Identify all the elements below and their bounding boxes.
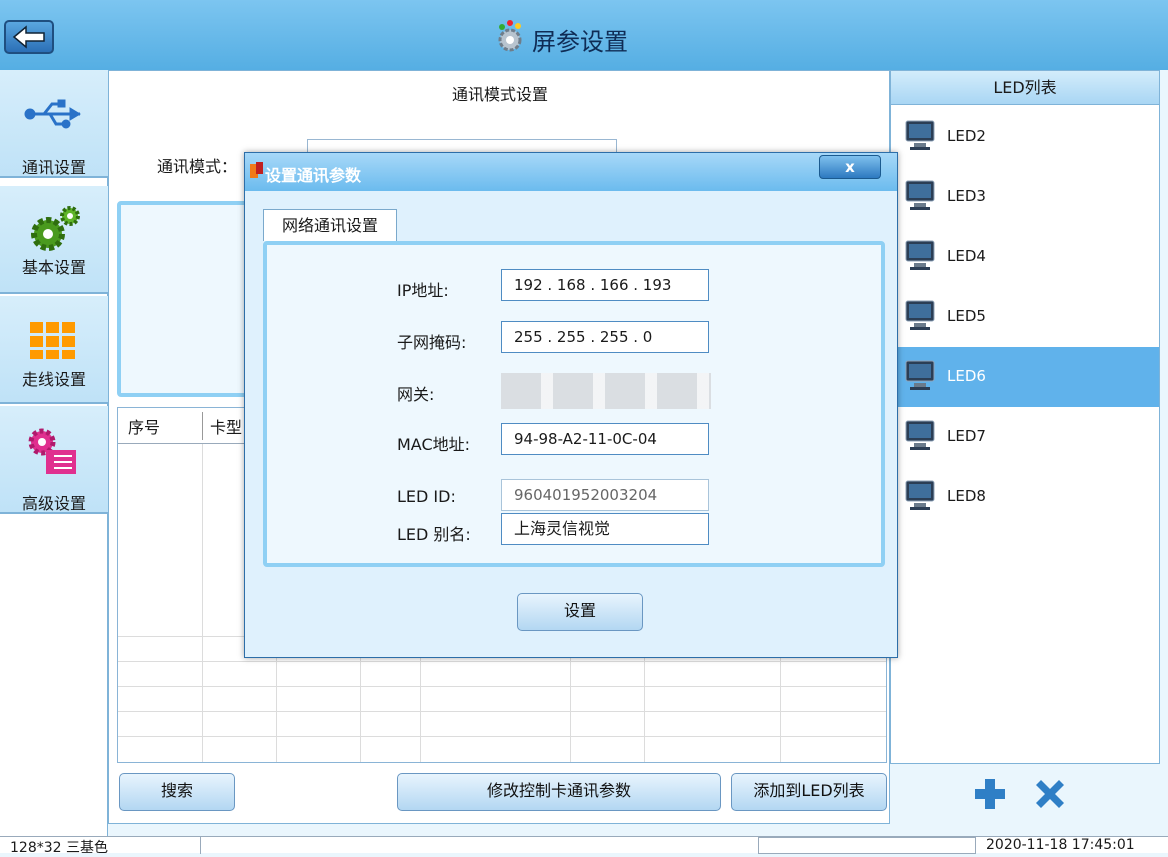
nav-item-wiring-settings[interactable]: 走线设置: [0, 296, 108, 404]
comm-params-dialog: 设置通讯参数 x 网络通讯设置 IP地址: 192 . 168 . 166 . …: [244, 152, 898, 658]
add-to-led-list-button[interactable]: 添加到LED列表: [731, 773, 887, 811]
gear-icon: [496, 18, 528, 52]
led-name: LED5: [947, 307, 986, 325]
nav-item-basic-settings[interactable]: 基本设置: [0, 186, 108, 294]
led-alias-field[interactable]: 上海灵信视觉: [501, 513, 709, 545]
status-datetime: 2020-11-18 17:45:01: [986, 837, 1135, 853]
led-list-item[interactable]: LED4: [891, 227, 1159, 287]
dialog-title-bar: 设置通讯参数 x: [245, 153, 897, 191]
led-list-item[interactable]: LED2: [891, 107, 1159, 167]
sidebar: 通讯设置 基本设置 走线设置 高级设置: [0, 70, 108, 850]
led-name: LED8: [947, 487, 986, 505]
led-name: LED6: [947, 367, 986, 385]
subnet-mask-label: 子网掩码:: [397, 333, 467, 352]
nav-item-advanced-settings[interactable]: 高级设置: [0, 406, 108, 514]
back-button[interactable]: [4, 20, 54, 54]
nav-label: 走线设置: [21, 370, 86, 389]
led-list-item[interactable]: LED6: [891, 347, 1159, 407]
mac-address-field[interactable]: 94-98-A2-11-0C-04: [501, 423, 709, 455]
add-icon[interactable]: [972, 776, 1008, 812]
led-name: LED3: [947, 187, 986, 205]
led-list-item[interactable]: LED5: [891, 287, 1159, 347]
back-arrow-icon: [12, 25, 45, 49]
modify-card-params-button[interactable]: 修改控制卡通讯参数: [397, 773, 721, 811]
monitor-icon: [905, 299, 937, 333]
set-button[interactable]: 设置: [517, 593, 643, 631]
nav-label: 高级设置: [21, 494, 86, 513]
section-title: 通讯模式设置: [451, 85, 548, 104]
led-id-field: 960401952003204: [501, 479, 709, 511]
ip-label: IP地址:: [397, 281, 449, 300]
gears-icon: [24, 202, 84, 258]
delete-icon[interactable]: [1032, 776, 1068, 812]
nav-item-comm-settings[interactable]: 通讯设置: [0, 70, 108, 178]
monitor-icon: [905, 479, 937, 513]
ip-address-field[interactable]: 192 . 168 . 166 . 193: [501, 269, 709, 301]
led-list-item[interactable]: LED3: [891, 167, 1159, 227]
led-id-label: LED ID:: [397, 487, 456, 506]
subnet-mask-field[interactable]: 255 . 255 . 255 . 0: [501, 321, 709, 353]
col-index: 序号: [128, 418, 161, 437]
led-name: LED7: [947, 427, 986, 445]
led-name: LED2: [947, 127, 986, 145]
nav-label: 基本设置: [21, 258, 86, 277]
comm-mode-label: 通讯模式：: [157, 157, 238, 176]
led-list-item[interactable]: LED7: [891, 407, 1159, 467]
nav-label: 通讯设置: [21, 158, 86, 177]
app-icon: [249, 161, 265, 181]
monitor-icon: [905, 359, 937, 393]
search-button[interactable]: 搜索: [119, 773, 235, 811]
title-bar: 屏参设置: [0, 0, 1168, 70]
network-settings-frame: IP地址: 192 . 168 . 166 . 193 子网掩码: 255 . …: [263, 241, 885, 567]
usb-icon: [24, 86, 84, 142]
advanced-settings-icon: [24, 422, 84, 478]
status-bar: 128*32 三基色 2020-11-18 17:45:01: [0, 836, 1168, 856]
col-card-type: 卡型: [210, 418, 243, 437]
status-resolution: 128*32 三基色: [10, 840, 108, 856]
led-list-item[interactable]: LED8: [891, 467, 1159, 527]
mac-label: MAC地址:: [397, 435, 471, 454]
grid-icon: [24, 312, 84, 368]
page-title: 屏参设置: [532, 28, 628, 56]
dialog-title: 设置通讯参数: [265, 166, 362, 185]
close-button[interactable]: x: [819, 155, 881, 179]
led-alias-label: LED 别名:: [397, 525, 471, 544]
monitor-icon: [905, 179, 937, 213]
monitor-icon: [905, 119, 937, 153]
monitor-icon: [905, 239, 937, 273]
led-list-panel: LED列表 LED2 LED3 LED4 LED5 LED6 LED7 LED8: [890, 70, 1160, 764]
gateway-label: 网关:: [397, 385, 435, 404]
led-list-header: LED列表: [891, 71, 1159, 105]
tab-network-settings[interactable]: 网络通讯设置: [263, 209, 397, 241]
led-name: LED4: [947, 247, 986, 265]
gateway-field[interactable]: [501, 373, 711, 409]
monitor-icon: [905, 419, 937, 453]
